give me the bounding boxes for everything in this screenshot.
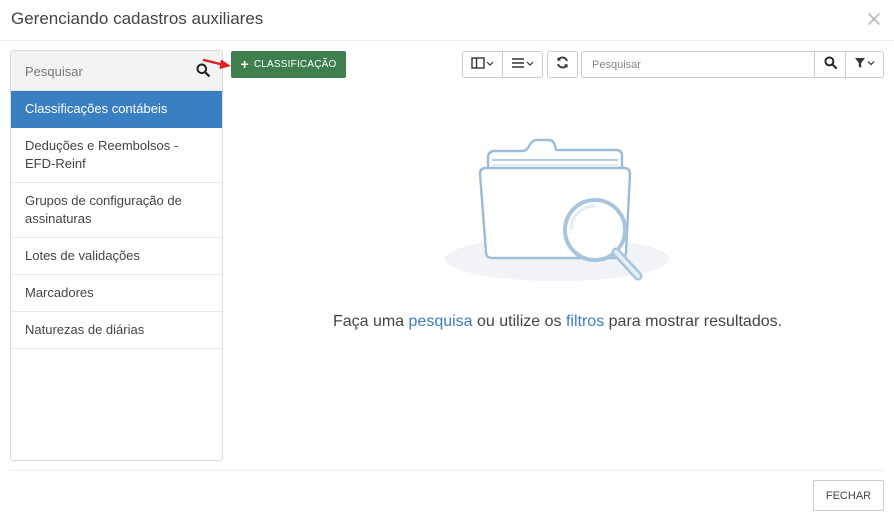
sidebar-item-deducoes-reembolsos[interactable]: Deduções e Reembolsos - EFD-Reinf xyxy=(11,128,222,183)
sidebar-search-input[interactable] xyxy=(11,51,222,91)
fechar-button[interactable]: FECHAR xyxy=(813,480,884,511)
sidebar-search xyxy=(11,51,222,91)
empty-text-before: Faça uma xyxy=(332,313,409,330)
list-options-button[interactable] xyxy=(503,51,543,78)
add-classificacao-button[interactable]: + CLASSIFICAÇÃO xyxy=(231,51,346,78)
sidebar: Classificações contábeis Deduções e Reem… xyxy=(10,50,223,461)
empty-text-middle: ou utilize os xyxy=(472,313,566,330)
search-button[interactable] xyxy=(815,51,846,78)
columns-icon xyxy=(470,56,495,74)
filtros-link[interactable]: filtros xyxy=(566,313,604,330)
search-icon xyxy=(823,55,837,74)
sidebar-item-classificacoes-contabeis[interactable]: Classificações contábeis xyxy=(11,91,222,128)
refresh-icon xyxy=(556,56,569,74)
list-icon xyxy=(511,56,535,74)
close-icon[interactable] xyxy=(866,11,882,27)
modal-header: Gerenciando cadastros auxiliares xyxy=(0,0,894,41)
sidebar-item-lotes-validacoes[interactable]: Lotes de validações xyxy=(11,238,222,275)
columns-toggle-button[interactable] xyxy=(462,51,503,78)
sidebar-item-grupos-configuracao[interactable]: Grupos de configuração de assinaturas xyxy=(11,183,222,238)
refresh-button[interactable] xyxy=(547,51,578,78)
filter-button[interactable] xyxy=(846,51,884,78)
folder-magnifier-icon xyxy=(445,138,669,281)
pesquisa-link[interactable]: pesquisa xyxy=(409,313,473,330)
empty-state-message: Faça uma pesquisa ou utilize os filtros … xyxy=(231,313,884,331)
footer-divider xyxy=(10,470,884,471)
add-button-label: CLASSIFICAÇÃO xyxy=(253,59,337,70)
empty-text-after: para mostrar resultados. xyxy=(604,313,783,330)
plus-icon: + xyxy=(240,56,249,72)
search-input[interactable] xyxy=(581,51,815,78)
annotation-arrow-icon xyxy=(202,58,231,69)
sidebar-item-marcadores[interactable]: Marcadores xyxy=(11,275,222,312)
filter-icon xyxy=(854,56,876,74)
sidebar-item-naturezas-diarias[interactable]: Naturezas de diárias xyxy=(11,312,222,349)
modal-title: Gerenciando cadastros auxiliares xyxy=(11,9,264,28)
